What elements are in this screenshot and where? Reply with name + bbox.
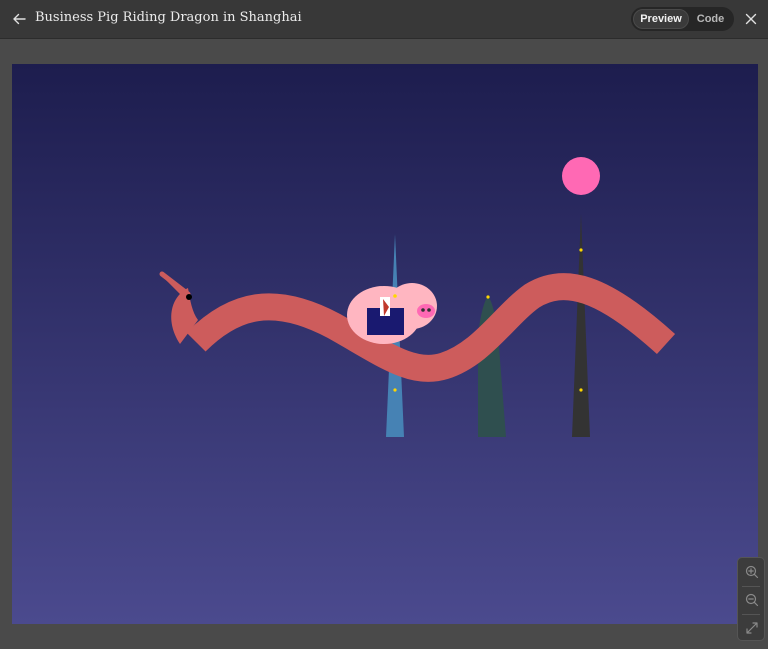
- zoom-out-icon: [745, 593, 759, 607]
- close-button[interactable]: [741, 9, 761, 29]
- zoom-in-icon: [745, 565, 759, 579]
- top-bar: Business Pig Riding Dragon in Shanghai P…: [0, 0, 768, 39]
- tab-preview[interactable]: Preview: [633, 9, 689, 29]
- tower-light: [579, 388, 583, 392]
- dragon-eye: [186, 294, 192, 300]
- pig-nostril: [421, 308, 425, 312]
- view-toggle: Preview Code: [631, 7, 734, 31]
- zoom-out-button[interactable]: [741, 589, 763, 611]
- zoom-divider: [742, 586, 760, 587]
- moon: [562, 157, 600, 195]
- zoom-controls: [737, 557, 765, 641]
- artwork-svg: [12, 64, 758, 624]
- tower-light: [579, 248, 583, 252]
- zoom-in-button[interactable]: [741, 561, 763, 583]
- close-icon: [745, 13, 757, 25]
- expand-icon: [746, 622, 758, 634]
- pig-eye: [393, 294, 397, 298]
- tab-code[interactable]: Code: [689, 9, 732, 29]
- pig-nostril: [427, 308, 431, 312]
- tower-light: [486, 295, 490, 299]
- zoom-divider: [742, 614, 760, 615]
- pig-snout: [417, 304, 435, 318]
- arrow-left-icon: [13, 13, 26, 25]
- back-button[interactable]: [8, 8, 30, 30]
- artwork-canvas: [12, 64, 758, 624]
- fit-view-button[interactable]: [741, 617, 763, 639]
- page-title: Business Pig Riding Dragon in Shanghai: [35, 10, 302, 25]
- tower-light: [393, 388, 397, 392]
